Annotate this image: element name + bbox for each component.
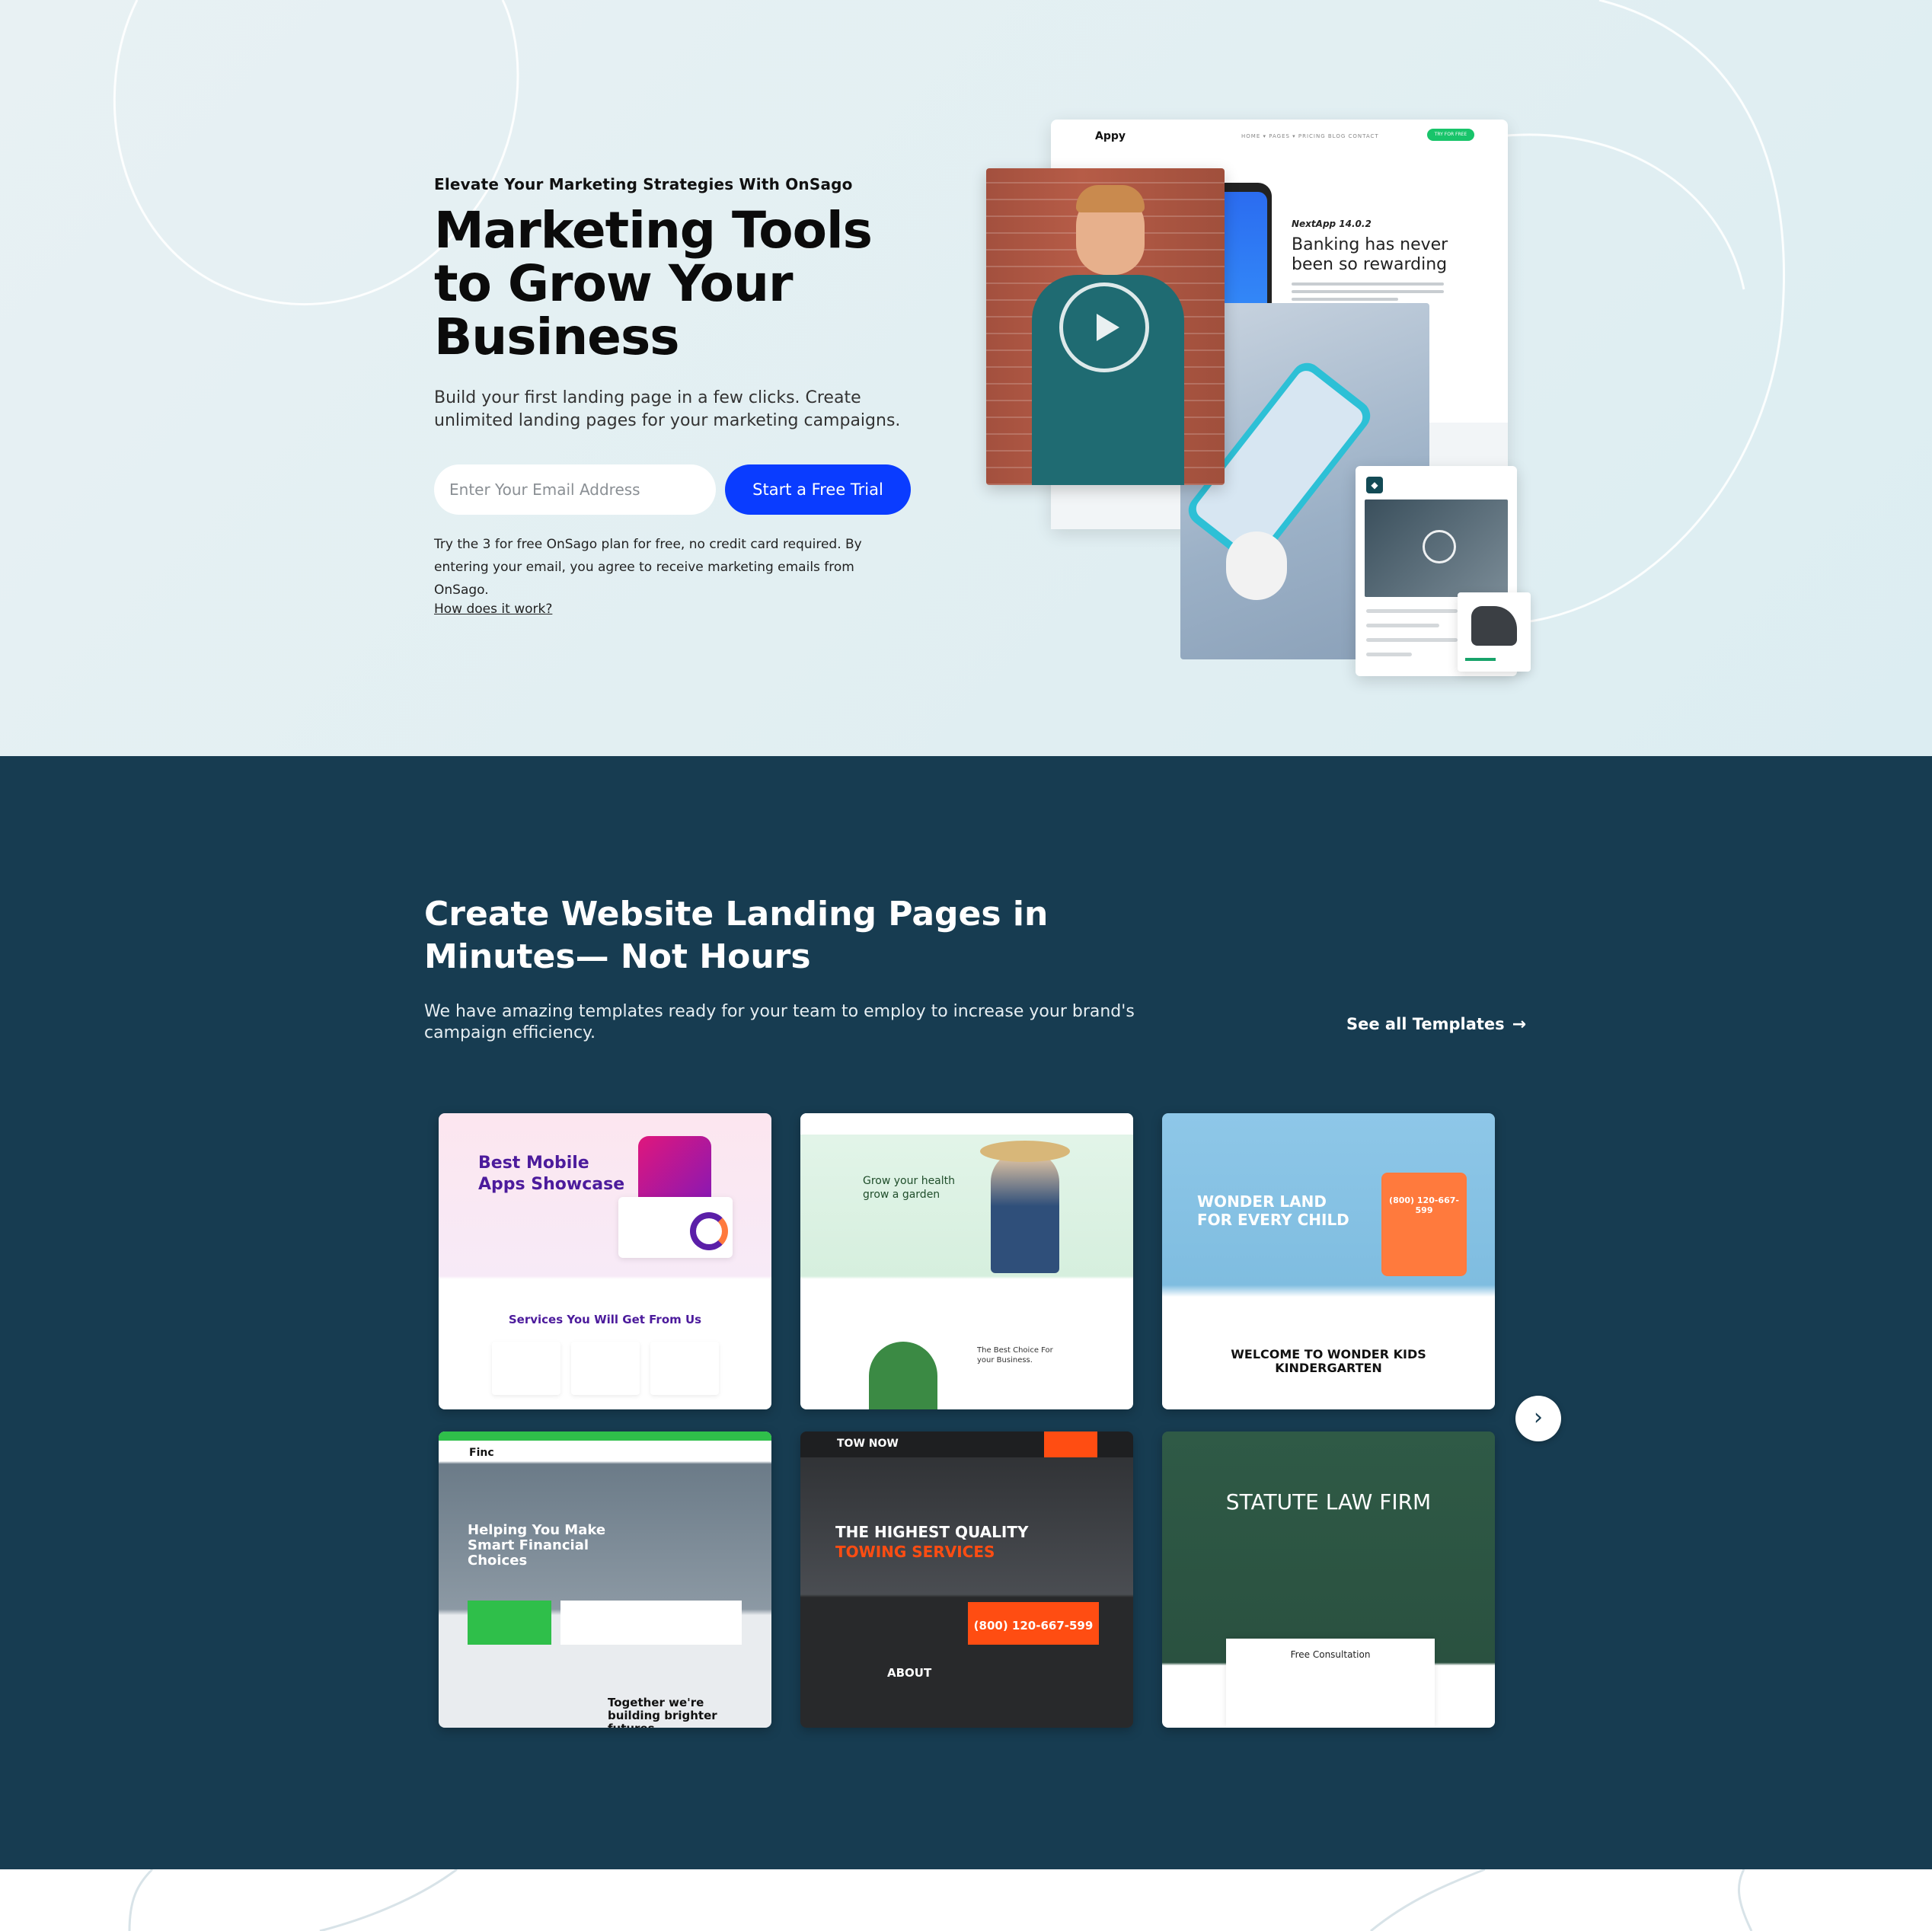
template-subheading: WELCOME TO WONDER KIDS KINDERGARTEN	[1231, 1347, 1426, 1375]
template-subheading: Free Consultation	[1290, 1649, 1371, 1660]
template-heading-accent: TOWING SERVICES	[835, 1543, 995, 1561]
templates-description: We have amazing templates ready for your…	[424, 1002, 1135, 1042]
template-heading: THE HIGHEST QUALITY	[835, 1523, 1029, 1541]
service-card	[492, 1342, 560, 1395]
template-heading: WONDER LAND FOR EVERY CHILD	[1197, 1192, 1349, 1229]
decorative-curves	[128, 1869, 1753, 1931]
template-subheading: Services You Will Get From Us	[508, 1313, 702, 1326]
service-card	[650, 1342, 719, 1395]
template-heading: Helping You Make Smart Financial Choices	[468, 1522, 606, 1569]
hero-eyebrow: Elevate Your Marketing Strategies With O…	[434, 175, 853, 193]
appy-logo: Appy	[1095, 130, 1126, 142]
see-all-label: See all Templates	[1346, 1015, 1505, 1033]
consultation-form: Free Consultation	[1226, 1639, 1435, 1728]
template-subheading: The Best Choice For your Business.	[977, 1346, 1053, 1364]
template-heading: Grow your health grow a garden	[863, 1175, 956, 1201]
see-all-templates-link[interactable]: See all Templates →	[1346, 1015, 1526, 1034]
gardener-graphic	[991, 1151, 1059, 1273]
decorative-curves	[113, 0, 1786, 626]
features-row	[800, 1281, 1133, 1319]
appy-text-lines	[1292, 282, 1444, 305]
template-top-bar	[439, 1431, 771, 1441]
video-thumbnail[interactable]	[986, 168, 1225, 485]
play-icon[interactable]	[1059, 282, 1149, 372]
play-icon	[1423, 530, 1456, 563]
service-card	[571, 1342, 640, 1395]
hero-section: Elevate Your Marketing Strategies With O…	[0, 0, 1932, 756]
drop-icon: ◆	[1366, 477, 1383, 493]
arrow-right-icon: →	[1512, 1015, 1527, 1034]
template-card-towing[interactable]: TOW NOW THE HIGHEST QUALITY TOWING SERVI…	[800, 1431, 1133, 1728]
template-phone: (800) 120-667-599	[1389, 1195, 1459, 1215]
phone-callout: (800) 120-667-599	[968, 1602, 1099, 1645]
template-card-kindergarten[interactable]: WONDER LAND FOR EVERY CHILD (800) 120-66…	[1162, 1113, 1495, 1409]
donut-graphic	[690, 1212, 728, 1250]
templates-section: Create Website Landing Pages in Minutes—…	[0, 756, 1932, 1869]
callout-card: (800) 120-667-599	[1381, 1173, 1467, 1276]
carousel-next-button[interactable]: ›	[1515, 1396, 1561, 1441]
promo-box	[468, 1601, 551, 1645]
hero-content: Elevate Your Marketing Strategies With O…	[434, 175, 921, 617]
template-phone: (800) 120-667-599	[973, 1619, 1094, 1633]
template-card-garden[interactable]: Grow your health grow a garden The Best …	[800, 1113, 1133, 1409]
appy-version: NextApp 14.0.2	[1292, 219, 1372, 229]
next-section-top	[0, 1869, 1932, 1931]
signup-form: Start a Free Trial	[434, 464, 921, 515]
template-card-mobile-apps[interactable]: Best Mobile Apps Showcase Services You W…	[439, 1113, 771, 1409]
templates-title: Create Website Landing Pages in Minutes—…	[424, 895, 1049, 976]
appy-headline: Banking has never been so rewarding	[1292, 235, 1448, 274]
template-heading: Best Mobile Apps Showcase	[478, 1154, 625, 1194]
template-card-law-firm[interactable]: STATUTE LAW FIRM Free Consultation	[1162, 1431, 1495, 1728]
hero-subtitle: Build your first landing page in a few c…	[434, 388, 901, 430]
template-subheading: ABOUT	[887, 1666, 932, 1680]
template-brand: TOW NOW	[837, 1438, 899, 1450]
start-free-trial-button[interactable]: Start a Free Trial	[725, 464, 911, 515]
template-heading: STATUTE LAW FIRM	[1225, 1489, 1432, 1514]
template-nav-bar	[800, 1113, 1133, 1135]
email-input[interactable]	[434, 464, 716, 515]
template-subheading: Together we're building brighter futures	[608, 1696, 717, 1728]
template-card-finance[interactable]: Finc Helping You Make Smart Financial Ch…	[439, 1431, 771, 1728]
hat-graphic	[980, 1141, 1070, 1162]
appy-nav: HOME ▾ PAGES ▾ PRICING BLOG CONTACT	[1241, 133, 1379, 139]
card-text-lines	[1366, 609, 1458, 667]
features-strip	[560, 1601, 742, 1645]
boot-product-thumbnail	[1458, 592, 1531, 672]
tree-graphic	[869, 1342, 937, 1409]
legal-text: Try the 3 for free OnSago plan for free,…	[434, 537, 862, 598]
template-brand: Finc	[469, 1447, 494, 1459]
estimate-button-graphic	[1044, 1431, 1097, 1457]
appy-nav-button: TRY FOR FREE	[1427, 129, 1474, 141]
how-does-it-work-link[interactable]: How does it work?	[434, 602, 552, 617]
hero-title: Marketing Tools to Grow Your Business	[434, 201, 873, 366]
card-video-image	[1365, 500, 1508, 597]
